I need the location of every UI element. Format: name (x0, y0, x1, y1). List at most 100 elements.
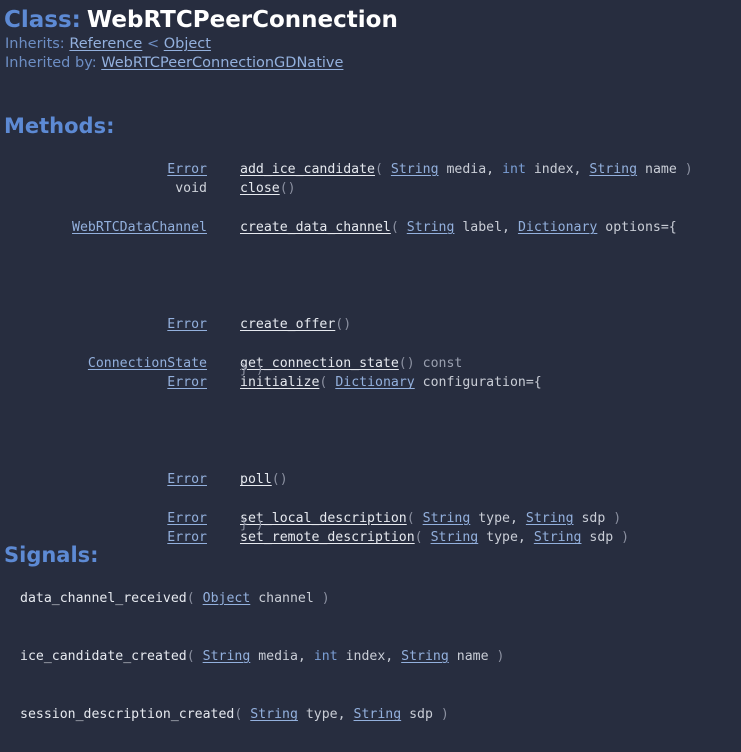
method-signature: get_connection_state() const (240, 354, 462, 373)
type-link[interactable]: Object (203, 591, 251, 606)
code-token: index, (337, 649, 394, 665)
method-signature: set_remote_description( String type, Str… (240, 528, 629, 547)
code-token: () (279, 181, 296, 197)
code-token: const (414, 355, 463, 371)
table-row: Error set_remote_description( String type… (0, 528, 741, 547)
return-type-link[interactable]: ConnectionState (88, 356, 207, 371)
type-link[interactable]: Dictionary (335, 375, 414, 390)
table-spacer-row (0, 257, 741, 276)
method-return-type[interactable]: WebRTCDataChannel (0, 218, 207, 237)
table-row: Error create_offer() (0, 315, 741, 334)
return-type-link[interactable]: Error (167, 317, 207, 332)
method-return-type[interactable]: ConnectionState (0, 354, 207, 373)
method-name-link[interactable]: set_local_description (240, 511, 407, 526)
code-token: name (448, 649, 489, 665)
table-spacer-row (0, 431, 741, 450)
type-link[interactable]: String (534, 530, 582, 545)
method-return-type[interactable]: Error (0, 373, 207, 392)
code-token: int (313, 649, 338, 665)
return-type-keyword: void (175, 181, 207, 197)
return-type-link[interactable]: Error (167, 375, 207, 390)
type-link[interactable]: String (423, 511, 471, 526)
type-link[interactable]: String (431, 530, 479, 545)
table-spacer-row (0, 451, 741, 470)
code-token: configuration={ (414, 375, 542, 391)
code-token: ( (406, 511, 415, 527)
signal-row: session_description_created( String type… (0, 705, 741, 724)
code-token: name (637, 162, 677, 177)
code-token: type, (470, 511, 518, 527)
table-row: Error initialize( Dictionary configuratio… (0, 373, 741, 392)
code-token: type, (297, 707, 346, 723)
signal-name: data_channel_received (20, 591, 187, 606)
method-name-link[interactable]: set_remote_description (240, 530, 415, 545)
method-name-link[interactable]: get_connection_state (240, 356, 399, 371)
signal-spacer-row (0, 608, 741, 627)
return-type-link[interactable]: Error (167, 162, 207, 177)
class-name: WebRTCPeerConnection (86, 7, 398, 33)
code-token: () (398, 355, 415, 371)
type-link[interactable]: String (354, 707, 402, 722)
type-link[interactable]: String (391, 162, 439, 177)
code-token: ( (414, 530, 423, 546)
method-signature: create_data_channel( String label, Dicti… (240, 218, 677, 237)
method-name-link[interactable]: create_data_channel (240, 220, 391, 235)
signal-name: ice_candidate_created (20, 649, 187, 665)
type-link[interactable]: String (203, 649, 251, 664)
code-token: () (335, 317, 352, 333)
inherited-by-label: Inherited by: (5, 55, 97, 71)
method-signature: add_ice_candidate( String media, int ind… (240, 160, 693, 179)
type-link[interactable]: String (250, 707, 298, 722)
table-spacer-row (0, 238, 741, 257)
table-spacer-row (0, 276, 741, 295)
type-link[interactable]: String (526, 511, 574, 526)
signals-list: data_channel_received( Object channel ) i… (0, 589, 741, 725)
method-return-type[interactable]: Error (0, 315, 207, 334)
type-link[interactable]: String (589, 162, 637, 177)
method-signature: initialize( Dictionary configuration={ (240, 373, 542, 392)
signal-row: data_channel_received( Object channel ) (0, 589, 741, 608)
method-return-type[interactable]: Error (0, 509, 207, 528)
method-name-link[interactable]: initialize (240, 375, 319, 390)
method-signature: close() (240, 179, 296, 198)
code-token: ( (186, 649, 195, 665)
method-name-link[interactable]: create_offer (240, 317, 335, 332)
method-name-link[interactable]: close (240, 181, 280, 196)
method-name-link[interactable]: poll (240, 472, 272, 487)
code-token: ) (676, 162, 693, 177)
type-link[interactable]: String (401, 649, 449, 664)
class-label: Class: (4, 7, 81, 33)
return-type-link[interactable]: Error (167, 472, 207, 487)
return-type-link[interactable]: Error (167, 530, 207, 545)
inherited-by-link[interactable]: WebRTCPeerConnectionGDNative (101, 55, 343, 71)
method-name-link[interactable]: add_ice_candidate (240, 162, 375, 177)
code-token: index, (525, 162, 582, 177)
method-return-type[interactable]: Error (0, 470, 207, 489)
signal-row: ice_candidate_created( String media, int… (0, 647, 741, 666)
inherits-label: Inherits: (5, 36, 65, 52)
type-link[interactable]: Dictionary (518, 220, 597, 235)
return-type-link[interactable]: WebRTCDataChannel (72, 220, 207, 235)
inherits-parent-link[interactable]: Reference (69, 36, 142, 52)
table-row: Error poll() (0, 470, 741, 489)
method-return-type[interactable]: Error (0, 160, 207, 179)
code-token: sdp (573, 511, 606, 527)
inherits-grandparent-link[interactable]: Object (164, 36, 211, 52)
code-token: ( (390, 220, 399, 236)
code-token: channel (250, 591, 314, 606)
code-token: ) (605, 511, 622, 527)
type-link[interactable]: String (407, 220, 455, 235)
method-return-type: void (0, 179, 207, 198)
class-doc-page: { "header": { "class_label": "Class:", "… (0, 0, 741, 752)
code-token: media, (250, 649, 306, 665)
table-spacer-row (0, 490, 741, 509)
return-type-link[interactable]: Error (167, 511, 207, 526)
